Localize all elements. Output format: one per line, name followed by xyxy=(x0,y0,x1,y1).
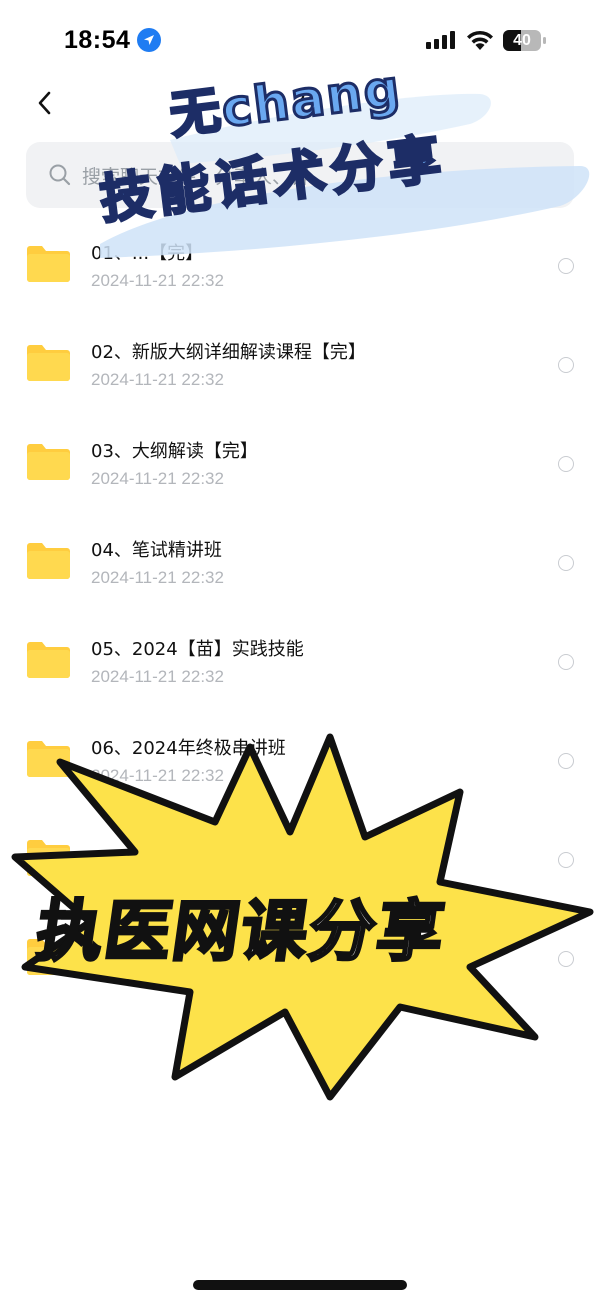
brand-sticker: 无chang 技能话术分享 xyxy=(60,48,600,268)
folder-icon xyxy=(27,543,70,579)
file-name: 04、笔试精讲班 xyxy=(91,540,222,561)
select-radio-icon[interactable] xyxy=(558,555,574,571)
file-row[interactable]: 04、笔试精讲班 2024-11-21 22:32 xyxy=(0,519,600,618)
file-name: 05、2024【苗】实践技能 xyxy=(91,639,304,660)
file-name: 03、大纲解读【完】 xyxy=(91,441,258,462)
select-radio-icon[interactable] xyxy=(558,357,574,373)
folder-icon xyxy=(27,444,70,480)
home-indicator[interactable] xyxy=(193,1280,407,1290)
file-name: 02、新版大纲详细解读课程【完】 xyxy=(91,342,366,363)
file-date: 2024-11-21 22:32 xyxy=(91,568,224,587)
select-radio-icon[interactable] xyxy=(558,456,574,472)
file-date: 2024-11-21 22:32 xyxy=(91,271,224,290)
select-radio-icon[interactable] xyxy=(558,654,574,670)
file-row[interactable]: 03、大纲解读【完】 2024-11-21 22:32 xyxy=(0,420,600,519)
chevron-left-icon[interactable] xyxy=(30,88,60,118)
file-row[interactable]: 05、2024【苗】实践技能 2024-11-21 22:32 xyxy=(0,618,600,717)
file-row[interactable]: 02、新版大纲详细解读课程【完】 2024-11-21 22:32 xyxy=(0,321,600,420)
folder-icon xyxy=(27,642,70,678)
signal-icon xyxy=(426,31,455,49)
file-date: 2024-11-21 22:32 xyxy=(91,667,224,686)
burst-caption: 执医网课分享 xyxy=(30,892,452,972)
file-date: 2024-11-21 22:32 xyxy=(91,370,224,389)
folder-icon xyxy=(27,345,70,381)
file-date: 2024-11-21 22:32 xyxy=(91,469,224,488)
